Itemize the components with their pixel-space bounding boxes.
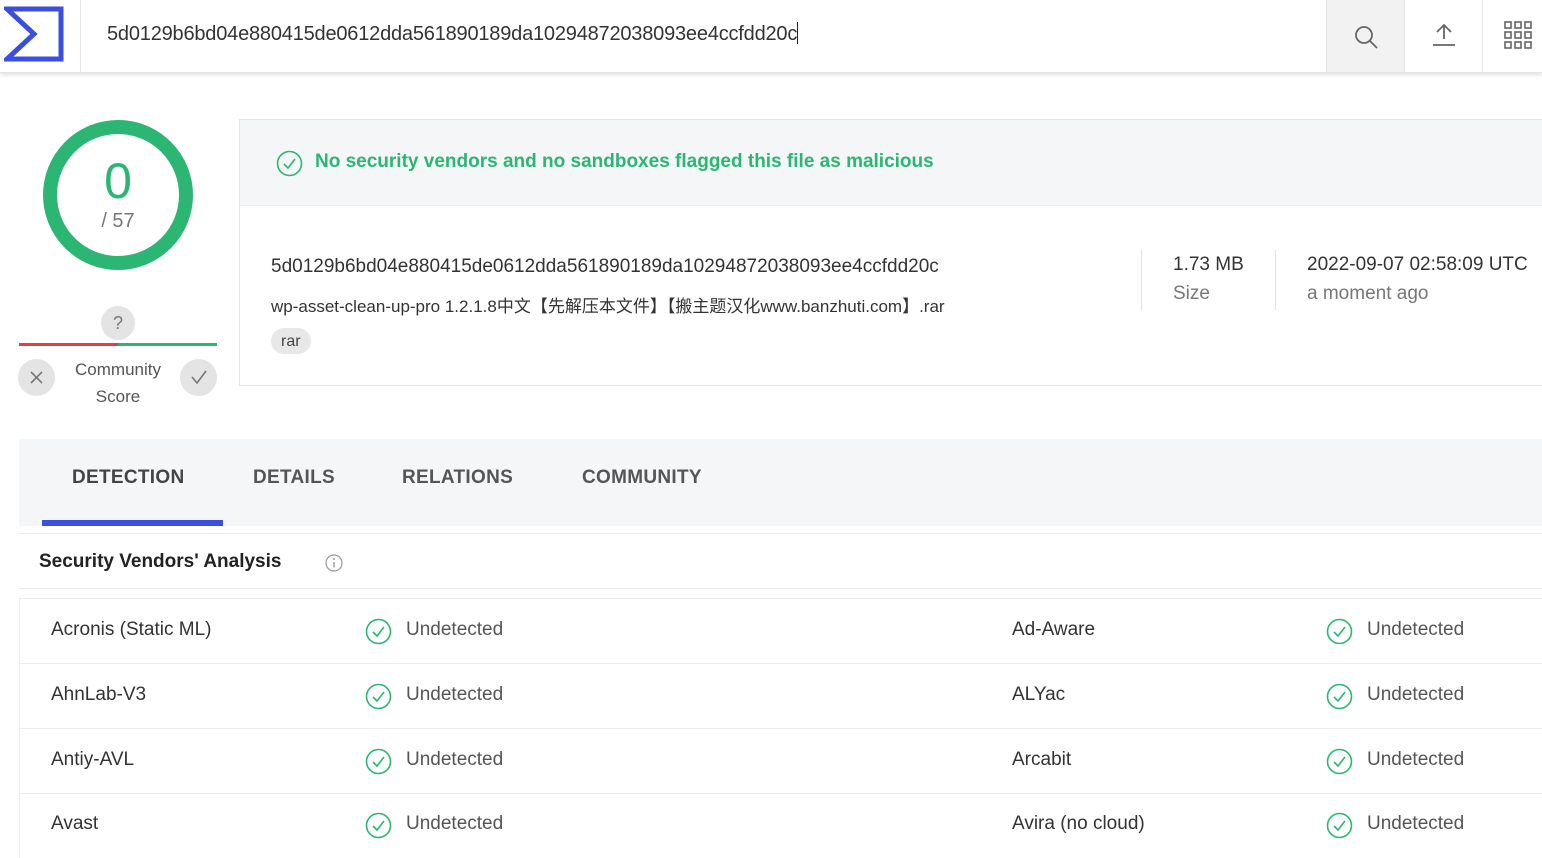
table-row: AhnLab-V3 Undetected ALYac Undetected — [20, 664, 1542, 729]
check-circle-icon — [1326, 683, 1353, 710]
checkmark-icon — [191, 370, 207, 385]
analysis-date-value: 2022-09-07 02:58:09 UTC — [1307, 254, 1528, 275]
file-hash: 5d0129b6bd04e880415de0612dda561890189da1… — [271, 256, 939, 277]
tab-community[interactable]: COMMUNITY — [582, 467, 702, 489]
check-circle-icon — [365, 683, 392, 710]
file-size-label: Size — [1173, 283, 1210, 304]
vendor-result: Undetected — [406, 749, 504, 770]
file-name: wp-asset-clean-up-pro 1.2.1.8中文【先解压本文件】【… — [271, 297, 945, 316]
vendor-name: Avira (no cloud) — [1012, 813, 1145, 834]
detection-count: 0 — [104, 153, 132, 209]
active-tab-indicator — [42, 520, 223, 526]
engine-total: / 57 — [101, 210, 135, 232]
divider — [1141, 250, 1142, 310]
vendor-result: Undetected — [1367, 619, 1465, 640]
vendor-result: Undetected — [1367, 749, 1465, 770]
vendor-name: Avast — [51, 813, 99, 834]
file-summary-card: No security vendors and no sandboxes fla… — [239, 119, 1542, 386]
tab-relations[interactable]: RELATIONS — [402, 467, 513, 489]
report-tabs: DETECTION DETAILS RELATIONS COMMUNITY — [19, 439, 1542, 526]
table-row: Avast Undetected Avira (no cloud) Undete… — [20, 793, 1542, 858]
vendor-name: Ad-Aware — [1012, 619, 1096, 640]
table-row: Antiy-AVL Undetected Arcabit Undetected — [20, 729, 1542, 794]
divider — [1275, 250, 1276, 310]
section-title: Security Vendors' Analysis — [39, 551, 282, 572]
check-circle-icon — [1326, 618, 1353, 645]
info-icon[interactable] — [324, 553, 344, 573]
vote-malicious-button[interactable] — [18, 359, 55, 396]
analysis-date-relative: a moment ago — [1307, 283, 1429, 304]
apps-grid-icon — [1504, 21, 1532, 49]
community-label-line-1: Community — [75, 360, 161, 379]
vendor-result: Undetected — [1367, 684, 1465, 705]
check-circle-icon — [1326, 812, 1353, 839]
vendor-name: AhnLab-V3 — [51, 684, 147, 705]
close-icon — [30, 371, 43, 384]
vendor-name: ALYac — [1012, 684, 1066, 705]
check-circle-icon — [365, 748, 392, 775]
file-type-tag[interactable]: rar — [271, 328, 311, 354]
check-circle-icon — [276, 150, 303, 177]
check-circle-icon — [1326, 748, 1353, 775]
search-value: 5d0129b6bd04e880415de0612dda561890189da1… — [107, 23, 798, 45]
vendor-result: Undetected — [406, 684, 504, 705]
community-score-bar — [19, 343, 217, 346]
apps-menu-button[interactable] — [1482, 0, 1542, 72]
community-positive-bar — [118, 343, 217, 346]
tab-detection[interactable]: DETECTION — [72, 467, 184, 489]
top-bar: 5d0129b6bd04e880415de0612dda561890189da1… — [0, 0, 1542, 73]
virustotal-logo-icon[interactable] — [0, 6, 64, 62]
check-circle-icon — [365, 812, 392, 839]
vendor-name: Arcabit — [1012, 749, 1072, 770]
search-button[interactable] — [1326, 0, 1404, 72]
community-label-line-2: Score — [95, 387, 141, 406]
vendor-result: Undetected — [406, 619, 504, 640]
vendor-result: Undetected — [406, 813, 504, 834]
vendor-name: Acronis (Static ML) — [51, 619, 212, 640]
upload-button[interactable] — [1404, 0, 1482, 72]
verdict-banner: No security vendors and no sandboxes fla… — [240, 120, 1542, 206]
vendor-result: Undetected — [1367, 813, 1465, 834]
table-row: Acronis (Static ML) Undetected Ad-Aware … — [20, 599, 1542, 664]
text-caret — [797, 22, 799, 44]
check-circle-icon — [365, 618, 392, 645]
verdict-text: No security vendors and no sandboxes fla… — [315, 151, 934, 172]
search-input[interactable]: 5d0129b6bd04e880415de0612dda561890189da1… — [80, 0, 1326, 72]
section-header: Security Vendors' Analysis — [19, 533, 1542, 589]
community-score-help[interactable]: ? — [101, 306, 135, 340]
vote-harmless-button[interactable] — [180, 359, 217, 396]
file-size-value: 1.73 MB — [1173, 254, 1244, 275]
community-score-label: Community Score — [62, 356, 174, 410]
search-icon — [1355, 26, 1378, 49]
community-negative-bar — [19, 343, 118, 346]
tab-details[interactable]: DETAILS — [253, 467, 335, 489]
vendor-name: Antiy-AVL — [51, 749, 135, 770]
upload-icon — [1433, 23, 1455, 46]
vendor-table: Acronis (Static ML) Undetected Ad-Aware … — [19, 598, 1542, 858]
